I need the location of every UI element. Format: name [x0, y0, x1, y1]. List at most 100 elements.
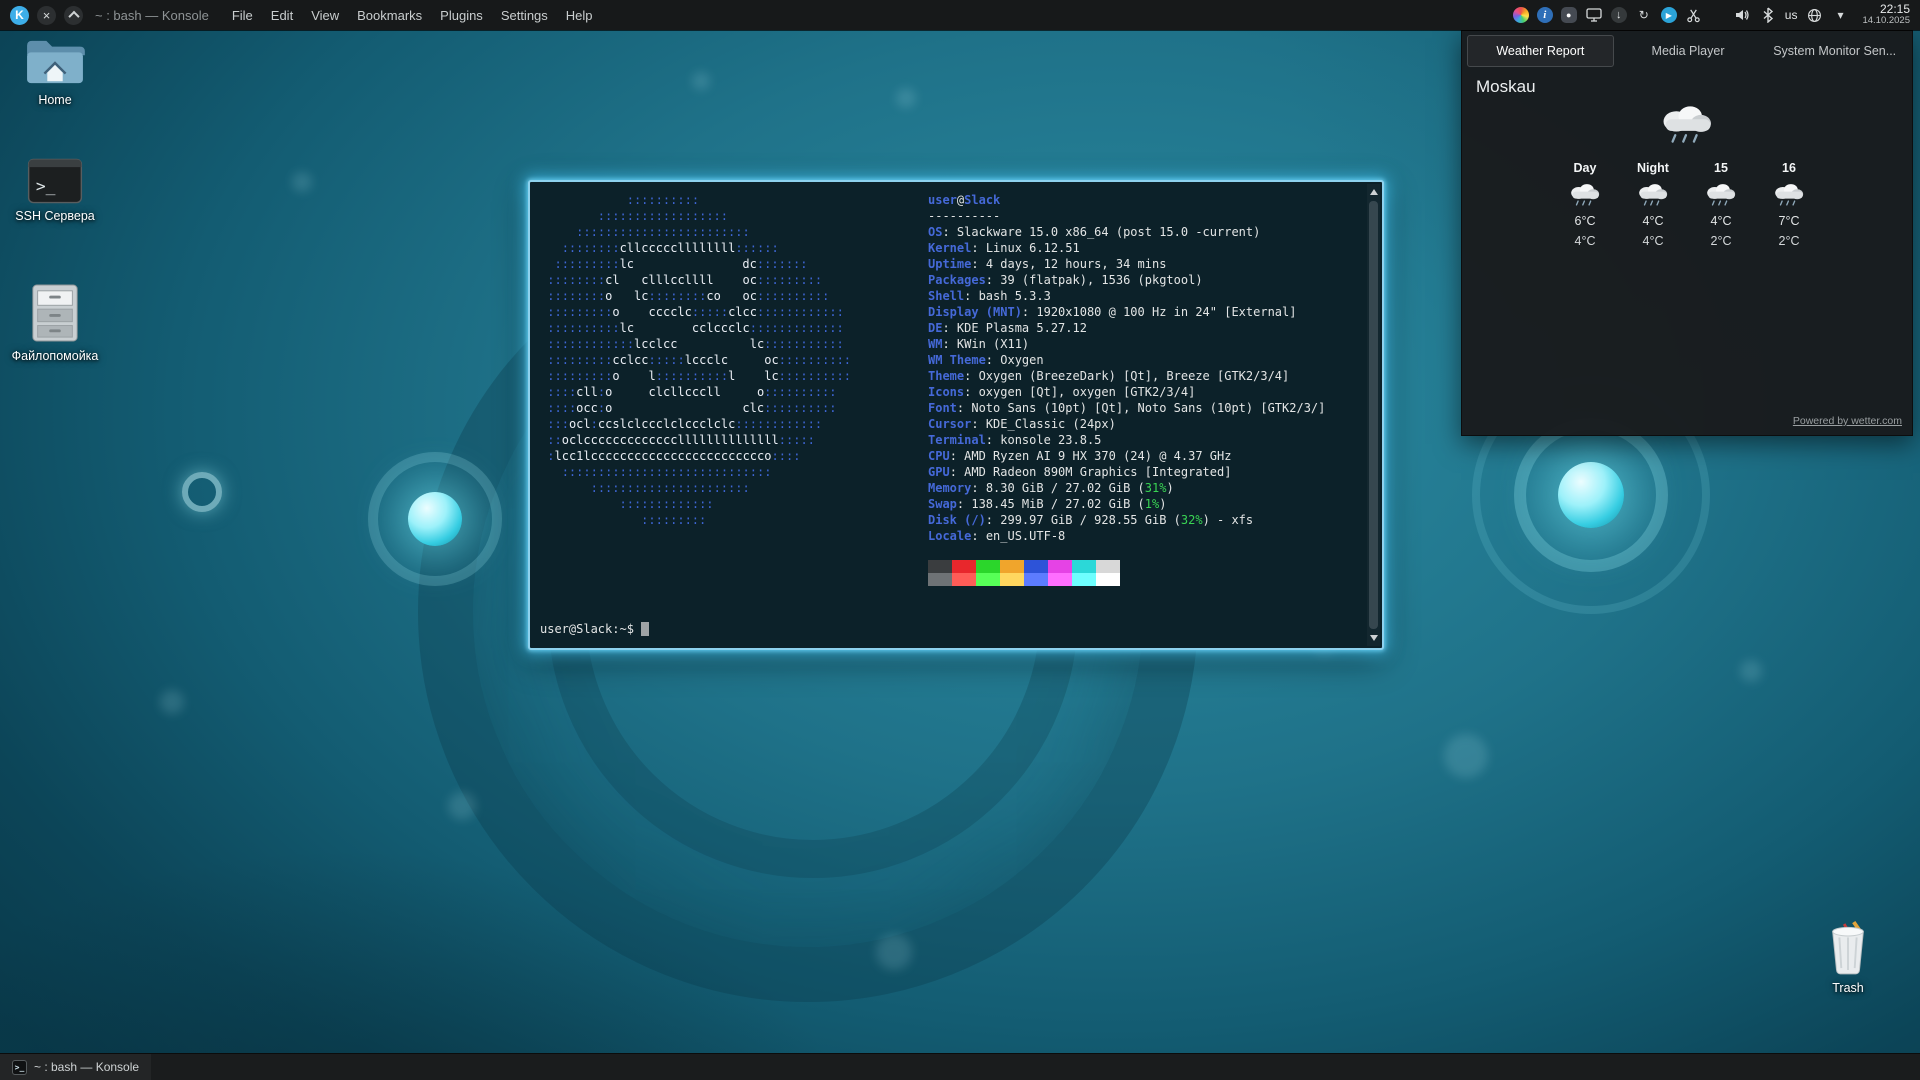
- forecast-column: 15 4°C 2°C: [1695, 161, 1747, 248]
- fetch-line: Disk (/): 299.97 GiB / 928.55 GiB (32%) …: [928, 512, 1325, 528]
- chevron-down-icon[interactable]: ▾: [1831, 6, 1849, 24]
- konsole-icon: >_: [12, 1060, 27, 1075]
- clock[interactable]: 22:15 14.10.2025: [1862, 3, 1910, 27]
- top-panel: K × ~ : bash — Konsole FileEditViewBookm…: [0, 0, 1920, 30]
- fetch-info: user@Slack ---------- OS: Slackware 15.0…: [928, 192, 1325, 586]
- terminal-content[interactable]: :::::::::: :::::::::::::::::: ::::::::::…: [530, 182, 1367, 648]
- menubar-menus: FileEditViewBookmarksPluginsSettingsHelp: [223, 8, 602, 23]
- fetch-line: Memory: 8.30 GiB / 27.02 GiB (31%): [928, 480, 1325, 496]
- palette-swatch: [928, 573, 952, 586]
- fetch-line: GPU: AMD Radeon 890M Graphics [Integrate…: [928, 464, 1325, 480]
- wallpaper-bokeh: [896, 88, 916, 108]
- scroll-down-icon[interactable]: [1367, 631, 1380, 645]
- tab-system-monitor-sen[interactable]: System Monitor Sen...: [1762, 35, 1907, 67]
- forecast-temp-night: 2°C: [1779, 234, 1800, 248]
- download-icon[interactable]: ↓: [1611, 7, 1627, 23]
- fetch-line: Icons: oxygen [Qt], oxygen [GTK2/3/4]: [928, 384, 1325, 400]
- weather-provider-link[interactable]: Powered by wetter.com: [1793, 415, 1902, 427]
- terminal-cursor: [641, 622, 649, 636]
- close-icon[interactable]: ×: [37, 6, 56, 25]
- fetch-line: Kernel: Linux 6.12.51: [928, 240, 1325, 256]
- menu-view[interactable]: View: [302, 8, 348, 23]
- menu-edit[interactable]: Edit: [262, 8, 302, 23]
- fetch-output: :::::::::: :::::::::::::::::: ::::::::::…: [540, 192, 1363, 586]
- scroll-up-icon[interactable]: [1367, 185, 1380, 199]
- palette-swatch: [976, 573, 1000, 586]
- tab-weather-report[interactable]: Weather Report: [1467, 35, 1614, 67]
- wallpaper-bokeh: [692, 72, 710, 90]
- konsole-window[interactable]: :::::::::: :::::::::::::::::: ::::::::::…: [528, 180, 1384, 650]
- fetch-line: CPU: AMD Ryzen AI 9 HX 370 (24) @ 4.37 G…: [928, 448, 1325, 464]
- scissors-icon[interactable]: [1685, 6, 1703, 24]
- color-palette: [928, 560, 1325, 586]
- wallpaper-bokeh: [1444, 734, 1488, 778]
- info-icon[interactable]: i: [1537, 7, 1553, 23]
- palette-swatch: [928, 560, 952, 573]
- volume-icon[interactable]: [1733, 6, 1751, 24]
- tab-media-player[interactable]: Media Player: [1616, 35, 1761, 67]
- desktop-icon-label: Trash: [1832, 981, 1864, 995]
- palette-swatch: [952, 573, 976, 586]
- fetch-line: WM: KWin (X11): [928, 336, 1325, 352]
- forecast-column: 16 7°C 2°C: [1763, 161, 1815, 248]
- rain-cloud-icon: [1655, 101, 1719, 147]
- forecast-table: Day 6°C 4°C Night 4°C 4°C 15: [1462, 161, 1912, 248]
- rain-cloud-icon: [1770, 181, 1808, 208]
- palette-swatch: [1096, 573, 1120, 586]
- palette-swatch: [1024, 573, 1048, 586]
- forecast-temp-night: 4°C: [1575, 234, 1596, 248]
- forecast-temp-day: 7°C: [1779, 214, 1800, 228]
- palette-swatch: [952, 560, 976, 573]
- kde-logo-icon[interactable]: K: [10, 6, 29, 25]
- desktop-icon-trash[interactable]: Trash: [1793, 918, 1903, 995]
- scroll-down-glyph: [1370, 635, 1378, 641]
- fetch-separator: ----------: [928, 208, 1325, 224]
- scrollbar-thumb[interactable]: [1369, 201, 1378, 629]
- fetch-line: WM Theme: Oxygen: [928, 352, 1325, 368]
- taskbar-item-konsole[interactable]: >_ ~ : bash — Konsole: [0, 1054, 151, 1080]
- bluetooth-icon[interactable]: [1759, 6, 1777, 24]
- telegram-icon[interactable]: ▶: [1661, 7, 1677, 23]
- menu-settings[interactable]: Settings: [492, 8, 557, 23]
- menu-plugins[interactable]: Plugins: [431, 8, 492, 23]
- palette-swatch: [1000, 573, 1024, 586]
- fetch-line: Packages: 39 (flatpak), 1536 (pkgtool): [928, 272, 1325, 288]
- menu-help[interactable]: Help: [557, 8, 602, 23]
- file-cabinet-icon: [28, 282, 82, 344]
- forecast-temp-night: 4°C: [1643, 234, 1664, 248]
- wallpaper-bokeh: [160, 690, 184, 714]
- weather-icon-large: [1462, 101, 1912, 147]
- widget-tabs: Weather ReportMedia PlayerSystem Monitor…: [1462, 31, 1912, 67]
- desktop-icon-ssh[interactable]: >_SSH Сервера: [0, 158, 110, 223]
- menu-bookmarks[interactable]: Bookmarks: [348, 8, 431, 23]
- wallpaper-ring: [182, 472, 222, 512]
- forecast-column: Day 6°C 4°C: [1559, 161, 1611, 248]
- window-title: ~ : bash — Konsole: [95, 8, 209, 23]
- menu-file[interactable]: File: [223, 8, 262, 23]
- panel-right: i ● ↓ ↻ ▶ us ▾ 22:15 14.10.2025: [1513, 3, 1910, 27]
- terminal-scrollbar[interactable]: [1367, 184, 1380, 646]
- terminal-app-icon: >_: [27, 158, 83, 204]
- forecast-temp-day: 4°C: [1711, 214, 1732, 228]
- palette-swatch: [1048, 573, 1072, 586]
- scroll-up-glyph: [1370, 189, 1378, 195]
- pinwheel-icon[interactable]: [1513, 7, 1529, 23]
- fetch-line: Display (MNT): 1920x1080 @ 100 Hz in 24"…: [928, 304, 1325, 320]
- fetch-line: Locale: en_US.UTF-8: [928, 528, 1325, 544]
- wallpaper-ring: [368, 452, 502, 586]
- chevron-up-icon[interactable]: [64, 6, 83, 25]
- trash-icon: [1825, 918, 1871, 976]
- discord-icon[interactable]: ●: [1561, 7, 1577, 23]
- forecast-temp-day: 6°C: [1575, 214, 1596, 228]
- home-folder-icon: [24, 36, 86, 88]
- desktop-icon-home[interactable]: Home: [0, 36, 110, 107]
- monitor-icon[interactable]: [1585, 6, 1603, 24]
- forecast-header: Day: [1574, 161, 1597, 175]
- desktop-icon-files[interactable]: Файлопомойка: [0, 282, 110, 363]
- wallpaper-bokeh: [876, 934, 912, 970]
- keyboard-layout-indicator[interactable]: us: [1785, 6, 1798, 24]
- network-icon[interactable]: [1805, 6, 1823, 24]
- sync-icon[interactable]: ↻: [1635, 6, 1653, 24]
- system-tray: i ● ↓ ↻ ▶ us ▾: [1513, 6, 1850, 24]
- palette-swatch: [1072, 560, 1096, 573]
